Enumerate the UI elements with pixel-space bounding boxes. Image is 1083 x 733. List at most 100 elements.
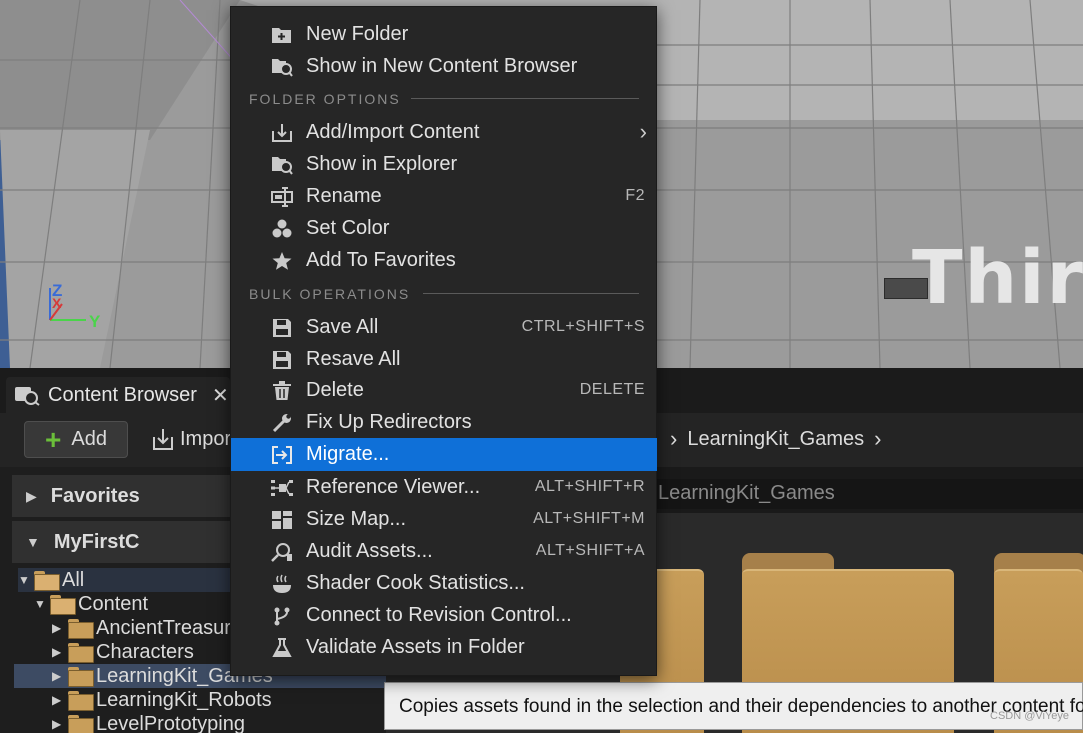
watermark: CSDN @ViYeye [990,710,1070,722]
folder-icon [68,715,94,733]
shortcut-label: CTRL+SHIFT+S [521,318,645,335]
menu-item-show-in-explorer[interactable]: Show in Explorer [231,148,657,180]
tree-item-all[interactable]: ▼ All [18,568,230,592]
menu-item-rename[interactable]: Rename F2 [231,180,657,212]
menu-item-label: New Folder [306,22,409,45]
menu-item-save-all[interactable]: Save All CTRL+SHIFT+S [231,311,657,343]
menu-item-label: Show in New Content Browser [306,54,578,77]
tree-item-ancienttreasur[interactable]: ▶ AncientTreasur [52,616,231,640]
menu-item-label: Shader Cook Statistics... [306,571,525,594]
shortcut-label: ALT+SHIFT+M [533,510,645,527]
expand-arrow-icon: ▶ [52,669,62,683]
plus-icon: + [45,423,62,455]
tree-label: LevelPrototyping [96,712,245,733]
menu-item-add-to-favorites[interactable]: Add To Favorites [231,244,657,276]
tree-label: All [62,568,85,591]
close-icon[interactable]: ✕ [212,383,229,408]
color-dots-icon [272,219,292,238]
tree-item-levelprototyping[interactable]: ▶ LevelPrototyping [52,712,245,733]
expand-arrow-icon: ▶ [52,717,62,731]
menu-item-label: Add/Import Content [306,120,480,143]
revision-control-icon [274,607,290,626]
menu-item-label: Connect to Revision Control... [306,603,572,626]
menu-item-label: Add To Favorites [306,248,456,271]
chevron-right-icon[interactable]: › [874,426,881,452]
size-map-icon [272,511,292,529]
viewport-text-overlay: Thir [912,235,1083,321]
import-button[interactable]: Impor [150,427,231,451]
collapse-arrow-icon: ▼ [18,573,30,587]
folder-context-menu: New Folder Show in New Content Browser F… [230,6,657,676]
menu-item-set-color[interactable]: Set Color [231,212,657,244]
reference-viewer-icon [271,480,293,496]
expand-arrow-icon: ▶ [26,487,37,504]
add-button[interactable]: + Add [24,421,128,458]
explorer-search-icon [272,157,293,175]
menu-item-label: Rename [306,184,382,207]
shortcut-label: DELETE [579,381,645,398]
menu-item-label: Resave All [306,347,401,370]
section-divider [411,98,639,99]
folder-icon [68,643,94,663]
menu-item-reference-viewer[interactable]: Reference Viewer... ALT+SHIFT+R [231,471,657,503]
menu-item-fix-up-redirectors[interactable]: Fix Up Redirectors [231,406,657,438]
menu-item-label: Show in Explorer [306,152,458,175]
collapse-arrow-icon: ▼ [34,597,46,611]
save-icon [273,319,291,337]
favorites-label: Favorites [50,484,140,507]
trash-icon [273,381,291,400]
menu-item-label: Reference Viewer... [306,475,481,498]
menu-item-label: Fix Up Redirectors [306,410,472,433]
tree-label: AncientTreasur [96,616,231,639]
menu-item-migrate[interactable]: Migrate... [231,438,657,471]
menu-item-new-folder[interactable]: New Folder [231,18,657,50]
wrench-icon [272,414,291,433]
rename-icon [271,187,293,207]
menu-item-audit-assets[interactable]: Audit Assets... ALT+SHIFT+A [231,535,657,567]
menu-item-show-in-new-content-browser[interactable]: Show in New Content Browser [231,50,657,82]
breadcrumb-item[interactable]: LearningKit_Games [687,428,864,451]
migrate-icon [272,446,292,464]
resave-icon [273,351,291,369]
menu-item-label: Save All [306,315,379,338]
menu-item-label: Validate Assets in Folder [306,635,525,658]
expand-arrow-icon: ▶ [52,645,62,659]
shortcut-label: ALT+SHIFT+A [535,542,645,559]
project-section[interactable]: ▼ MyFirstC [12,521,242,563]
path-text: LearningKit_Games [658,482,835,504]
bulk-operations-header: BULK OPERATIONS [249,286,411,302]
menu-item-label: Delete [306,378,364,401]
tree-label: Characters [96,640,194,663]
collapse-arrow-icon: ▼ [26,534,40,550]
import-button-label: Impor [180,427,232,450]
menu-item-shader-cook-statistics[interactable]: Shader Cook Statistics... [231,567,657,599]
star-icon [272,252,292,270]
import-icon [153,429,173,450]
axis-y-label: Y [89,312,101,331]
menu-item-size-map[interactable]: Size Map... ALT+SHIFT+M [231,503,657,535]
folder-icon [34,571,60,591]
content-browser-title: Content Browser [48,383,197,406]
folder-icon [68,667,94,687]
menu-item-validate-assets-in-folder[interactable]: Validate Assets in Folder [231,631,657,663]
folder-icon [68,691,94,711]
menu-item-delete[interactable]: Delete DELETE [231,374,657,406]
expand-arrow-icon: ▶ [52,621,62,635]
menu-item-add-import-content[interactable]: Add/Import Content › [231,116,657,148]
content-browser-tab[interactable]: Content Browser ✕ [6,377,230,413]
audit-icon [271,543,292,562]
migrate-tooltip: Copies assets found in the selection and… [384,682,1083,730]
project-label: MyFirstC [53,530,140,553]
menu-item-connect-to-revision-control[interactable]: Connect to Revision Control... [231,599,657,631]
favorites-section[interactable]: ▶ Favorites [12,475,242,517]
menu-item-resave-all[interactable]: Resave All [231,343,657,375]
folder-options-header: FOLDER OPTIONS [249,91,401,107]
tree-item-learningkit-robots[interactable]: ▶ LearningKit_Robots [52,688,272,712]
axis-x-label: X [52,295,62,311]
tree-item-content[interactable]: ▼ Content [34,592,148,616]
chevron-right-icon[interactable]: › [670,426,677,452]
path-field[interactable]: LearningKit_Games [656,479,1083,509]
tree-item-characters[interactable]: ▶ Characters [52,640,194,664]
shortcut-label: F2 [625,187,645,204]
section-divider [423,293,639,294]
